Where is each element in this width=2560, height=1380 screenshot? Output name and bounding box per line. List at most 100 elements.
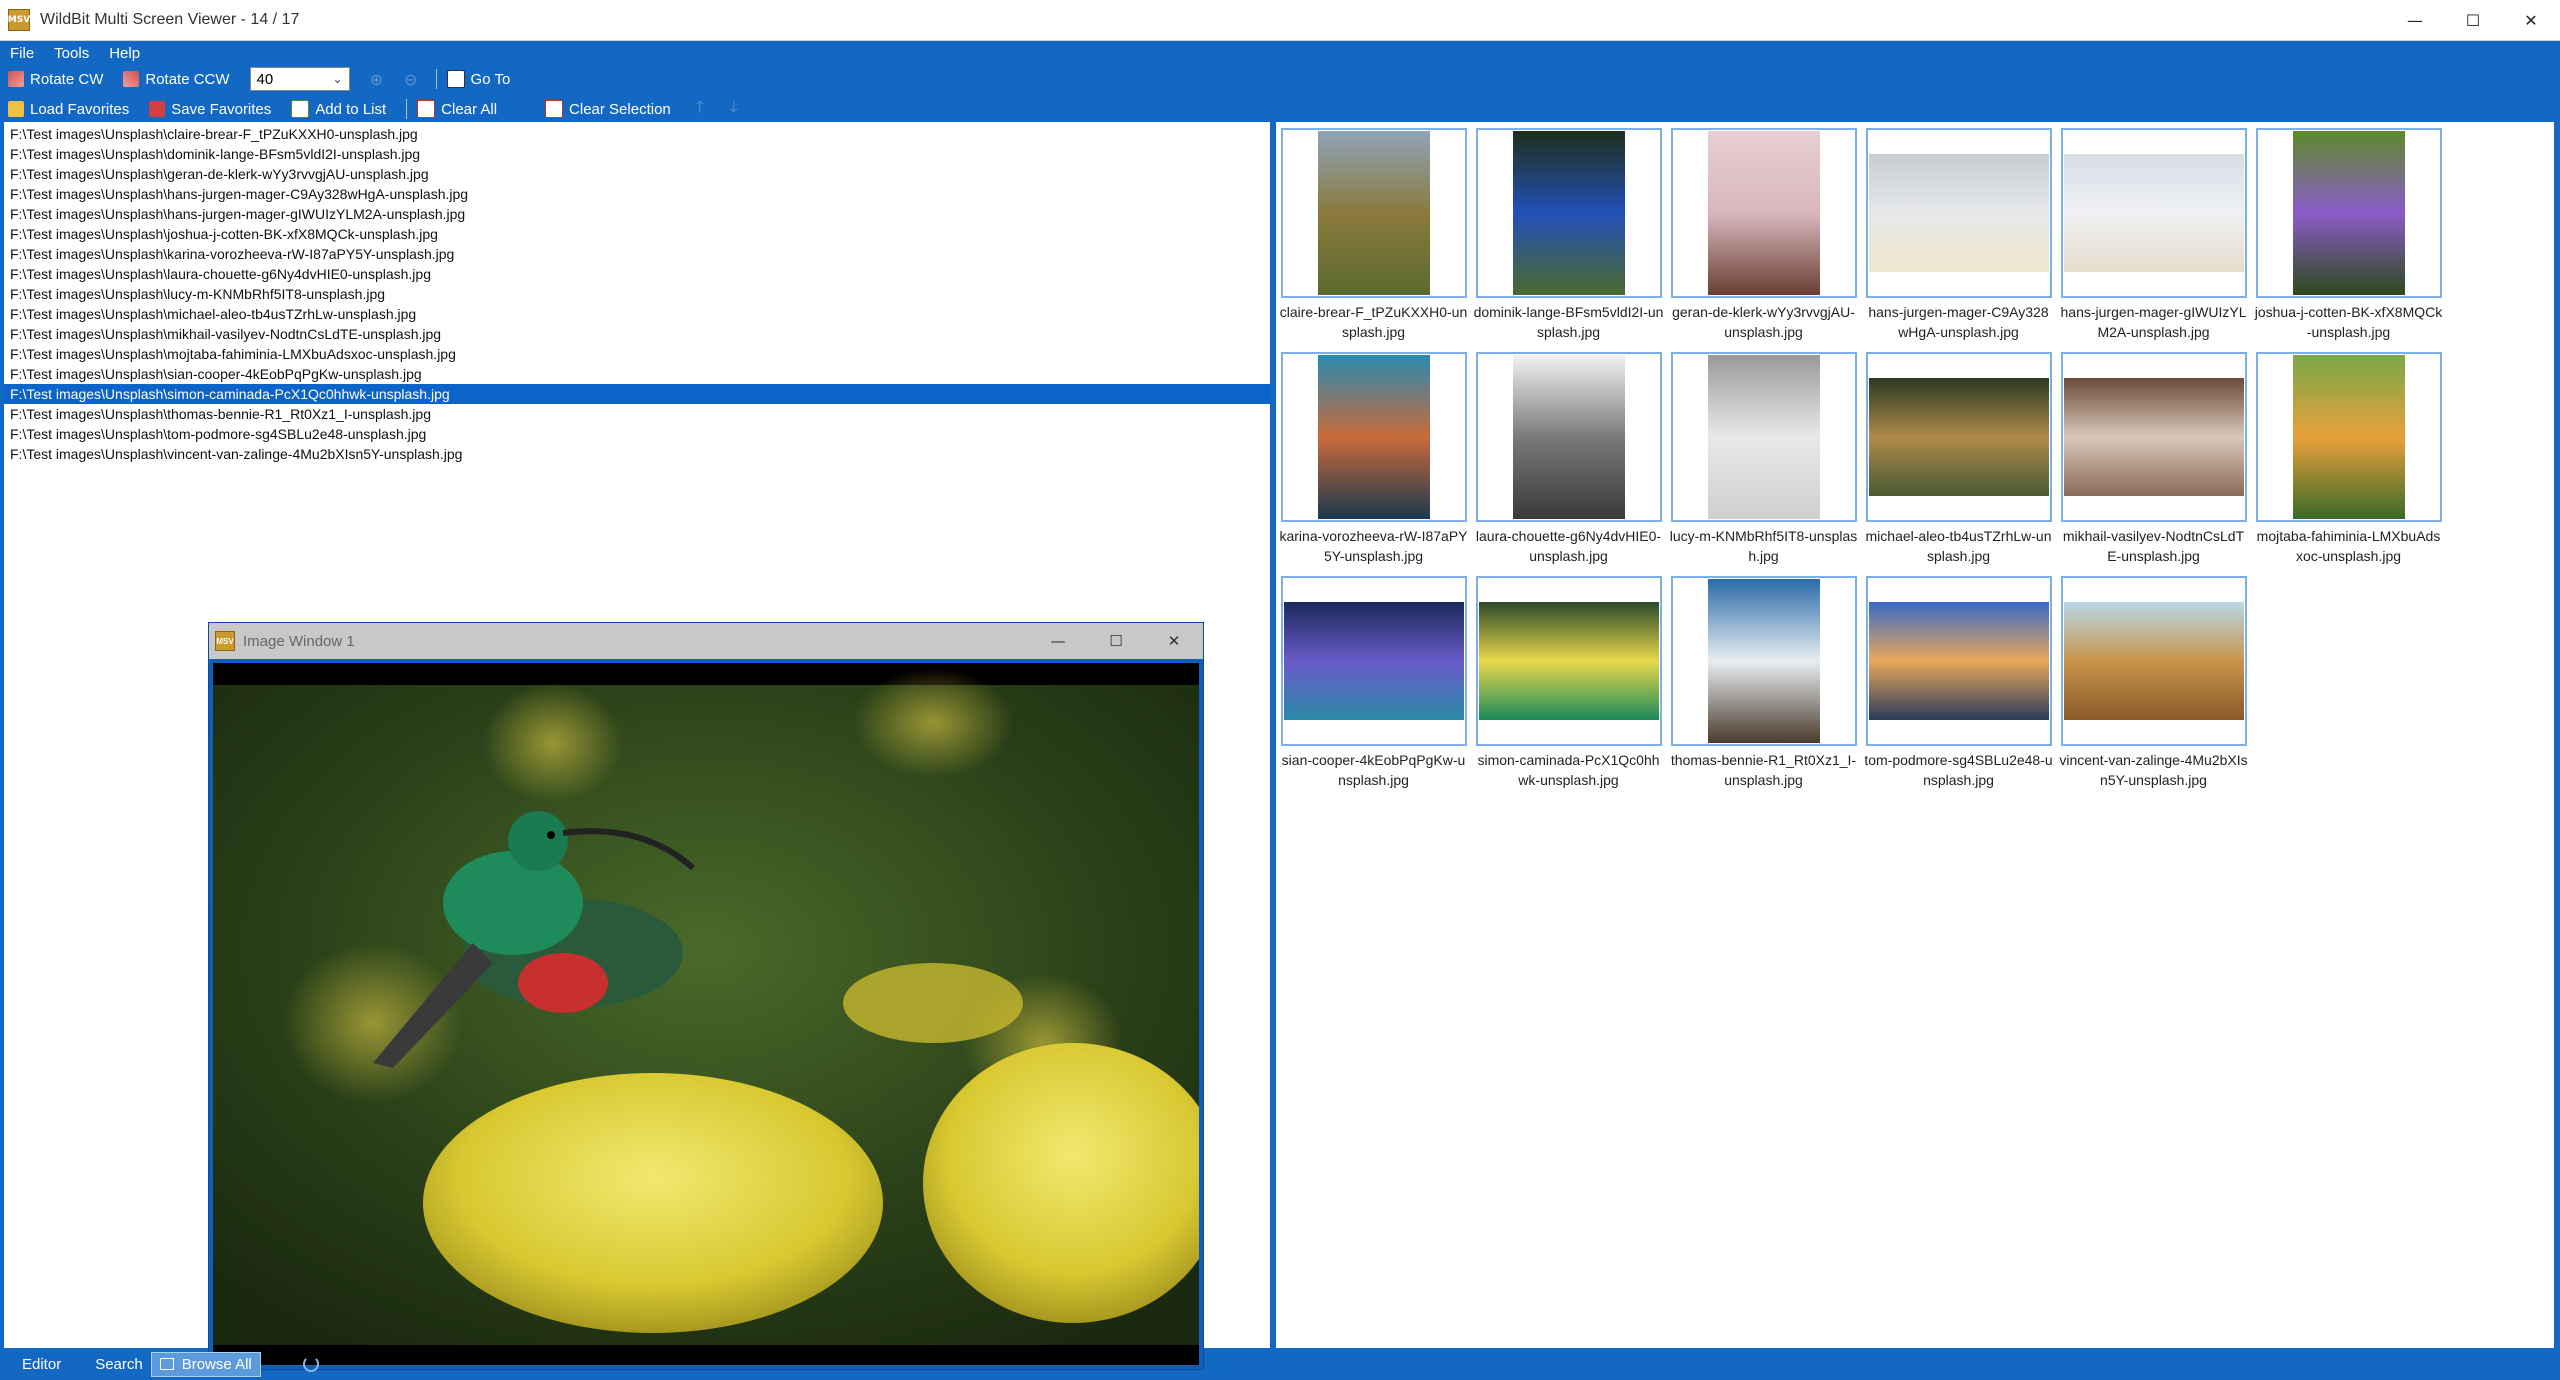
move-down-icon[interactable]: 🡓: [725, 97, 743, 118]
image-window-minimize-button[interactable]: —: [1029, 623, 1087, 659]
list-item[interactable]: F:\Test images\Unsplash\lucy-m-KNMbRhf5I…: [4, 284, 1270, 304]
list-item[interactable]: F:\Test images\Unsplash\vincent-van-zali…: [4, 444, 1270, 464]
thumbnail-frame[interactable]: [1475, 128, 1662, 298]
list-item[interactable]: F:\Test images\Unsplash\geran-de-klerk-w…: [4, 164, 1270, 184]
maximize-button[interactable]: ☐: [2444, 0, 2502, 40]
list-item[interactable]: F:\Test images\Unsplash\dominik-lange-BF…: [4, 144, 1270, 164]
thumbnail-item[interactable]: simon-caminada-PcX1Qc0hhwk-unsplash.jpg: [1471, 576, 1666, 800]
thumbnail-item[interactable]: dominik-lange-BFsm5vldI2I-unsplash.jpg: [1471, 128, 1666, 352]
save-favorites-button[interactable]: Save Favorites: [149, 101, 271, 118]
rotate-ccw-button[interactable]: Rotate CCW: [123, 71, 230, 88]
menu-tools[interactable]: Tools: [44, 45, 99, 62]
tab-editor[interactable]: Editor: [22, 1356, 61, 1373]
zoom-select[interactable]: 40 ⌄: [249, 67, 350, 91]
thumbnail-frame[interactable]: [1475, 352, 1662, 522]
zoom-in-icon[interactable]: ⊕: [368, 70, 386, 89]
zoom-out-icon[interactable]: ⊖: [402, 70, 420, 89]
list-item[interactable]: F:\Test images\Unsplash\laura-chouette-g…: [4, 264, 1270, 284]
thumbnail-frame[interactable]: [1280, 352, 1467, 522]
thumbnail-item[interactable]: geran-de-klerk-wYy3rvvgjAU-unsplash.jpg: [1666, 128, 1861, 352]
close-button[interactable]: ✕: [2502, 0, 2560, 40]
thumbnail-item[interactable]: mikhail-vasilyev-NodtnCsLdTE-unsplash.jp…: [2056, 352, 2251, 576]
image-window-title: Image Window 1: [243, 632, 355, 650]
toolbar-main: Rotate CW Rotate CCW 40 ⌄ ⊕ ⊖ Go To: [0, 64, 1278, 94]
app-logo-icon: MSV: [8, 9, 30, 31]
thumbnail-caption: dominik-lange-BFsm5vldI2I-unsplash.jpg: [1473, 304, 1664, 340]
list-item[interactable]: F:\Test images\Unsplash\hans-jurgen-mage…: [4, 204, 1270, 224]
thumbnail-item[interactable]: laura-chouette-g6Ny4dvHIE0-unsplash.jpg: [1471, 352, 1666, 576]
thumbnail-frame[interactable]: [1280, 128, 1467, 298]
thumbnail-item[interactable]: claire-brear-F_tPZuKXXH0-unsplash.jpg: [1276, 128, 1471, 352]
tab-search[interactable]: Search: [95, 1356, 143, 1373]
list-item[interactable]: F:\Test images\Unsplash\simon-caminada-P…: [4, 384, 1270, 404]
thumbnail-frame[interactable]: [2060, 128, 2247, 298]
rotate-cw-button[interactable]: Rotate CW: [8, 71, 103, 88]
thumbnail-frame[interactable]: [1865, 352, 2052, 522]
thumbnail-frame[interactable]: [1670, 352, 1857, 522]
thumbnail-frame[interactable]: [1865, 576, 2052, 746]
rotate-cw-icon: [8, 71, 24, 87]
list-item[interactable]: F:\Test images\Unsplash\tom-podmore-sg4S…: [4, 424, 1270, 444]
thumbnail-item[interactable]: michael-aleo-tb4usTZrhLw-unsplash.jpg: [1861, 352, 2056, 576]
clear-all-button[interactable]: Clear All: [417, 100, 497, 118]
list-item[interactable]: F:\Test images\Unsplash\hans-jurgen-mage…: [4, 184, 1270, 204]
image-window[interactable]: MSV Image Window 1 — ☐ ✕: [208, 622, 1223, 1370]
thumbnail-image: [2292, 131, 2405, 295]
thumbnail-frame[interactable]: [2255, 128, 2442, 298]
menu-file[interactable]: File: [0, 45, 44, 62]
image-window-title-bar[interactable]: MSV Image Window 1 — ☐ ✕: [209, 623, 1203, 659]
go-to-button[interactable]: Go To: [446, 70, 510, 88]
list-item[interactable]: F:\Test images\Unsplash\joshua-j-cotten-…: [4, 224, 1270, 244]
thumbnail-item[interactable]: tom-podmore-sg4SBLu2e48-unsplash.jpg: [1861, 576, 2056, 800]
thumbnail-frame[interactable]: [1865, 128, 2052, 298]
image-window-logo-icon: MSV: [215, 631, 235, 651]
thumbnail-frame[interactable]: [1670, 128, 1857, 298]
thumbnail-item[interactable]: lucy-m-KNMbRhf5IT8-unsplash.jpg: [1666, 352, 1861, 576]
thumbnail-frame[interactable]: [1475, 576, 1662, 746]
list-item[interactable]: F:\Test images\Unsplash\karina-vorozheev…: [4, 244, 1270, 264]
thumbnail-caption: tom-podmore-sg4SBLu2e48-unsplash.jpg: [1864, 752, 2053, 788]
thumbnail-item[interactable]: sian-cooper-4kEobPqPgKw-unsplash.jpg: [1276, 576, 1471, 800]
move-up-icon[interactable]: 🡑: [691, 97, 709, 118]
list-item[interactable]: F:\Test images\Unsplash\claire-brear-F_t…: [4, 124, 1270, 144]
add-to-list-button[interactable]: Add to List: [291, 100, 386, 118]
rotate-ccw-icon: [123, 71, 140, 87]
window-title: WildBit Multi Screen Viewer - 14 / 17: [40, 11, 300, 28]
list-item[interactable]: F:\Test images\Unsplash\thomas-bennie-R1…: [4, 404, 1270, 424]
thumbnail-frame[interactable]: [1280, 576, 1467, 746]
minimize-button[interactable]: —: [2386, 0, 2444, 40]
thumbnail-frame[interactable]: [2255, 352, 2442, 522]
menu-help[interactable]: Help: [99, 45, 150, 62]
thumbnail-frame[interactable]: [1670, 576, 1857, 746]
image-window-maximize-button[interactable]: ☐: [1087, 623, 1145, 659]
thumbnail-image: [1317, 355, 1430, 519]
load-favorites-button[interactable]: Load Favorites: [8, 101, 129, 118]
list-item[interactable]: F:\Test images\Unsplash\michael-aleo-tb4…: [4, 304, 1270, 324]
thumbnail-item[interactable]: joshua-j-cotten-BK-xfX8MQCk-unsplash.jpg: [2251, 128, 2446, 352]
image-window-close-button[interactable]: ✕: [1145, 623, 1203, 659]
thumbnail-frame[interactable]: [2060, 352, 2247, 522]
thumbnail-item[interactable]: hans-jurgen-mager-C9Ay328wHgA-unsplash.j…: [1861, 128, 2056, 352]
thumbnail-caption: michael-aleo-tb4usTZrhLw-unsplash.jpg: [1865, 528, 2052, 564]
thumbnail-item[interactable]: thomas-bennie-R1_Rt0Xz1_I-unsplash.jpg: [1666, 576, 1861, 800]
thumbnail-image: [1707, 355, 1820, 519]
tab-browse-all[interactable]: Browse All: [150, 1351, 261, 1377]
folder-open-icon: [8, 101, 24, 117]
list-item[interactable]: F:\Test images\Unsplash\mojtaba-fahimini…: [4, 344, 1270, 364]
thumbnail-caption: simon-caminada-PcX1Qc0hhwk-unsplash.jpg: [1477, 752, 1660, 788]
thumbnail-item[interactable]: mojtaba-fahiminia-LMXbuAdsxoc-unsplash.j…: [2251, 352, 2446, 576]
toolbar-divider: [406, 99, 408, 119]
clear-selection-label: Clear Selection: [569, 100, 671, 118]
thumbnail-frame[interactable]: [2060, 576, 2247, 746]
list-item[interactable]: F:\Test images\Unsplash\sian-cooper-4kEo…: [4, 364, 1270, 384]
chevron-down-icon[interactable]: ⌄: [332, 72, 342, 86]
thumbnail-item[interactable]: karina-vorozheeva-rW-I87aPY5Y-unsplash.j…: [1276, 352, 1471, 576]
image-canvas[interactable]: [213, 663, 1223, 1365]
thumbnail-image: [1868, 602, 2049, 720]
clear-selection-button[interactable]: Clear Selection: [545, 100, 671, 118]
thumbnail-item[interactable]: hans-jurgen-mager-gIWUIzYLM2A-unsplash.j…: [2056, 128, 2251, 352]
thumbnail-image: [1478, 602, 1659, 720]
thumbnail-item[interactable]: vincent-van-zalinge-4Mu2bXIsn5Y-unsplash…: [2056, 576, 2251, 800]
add-to-list-label: Add to List: [315, 100, 387, 118]
list-item[interactable]: F:\Test images\Unsplash\mikhail-vasilyev…: [4, 324, 1270, 344]
